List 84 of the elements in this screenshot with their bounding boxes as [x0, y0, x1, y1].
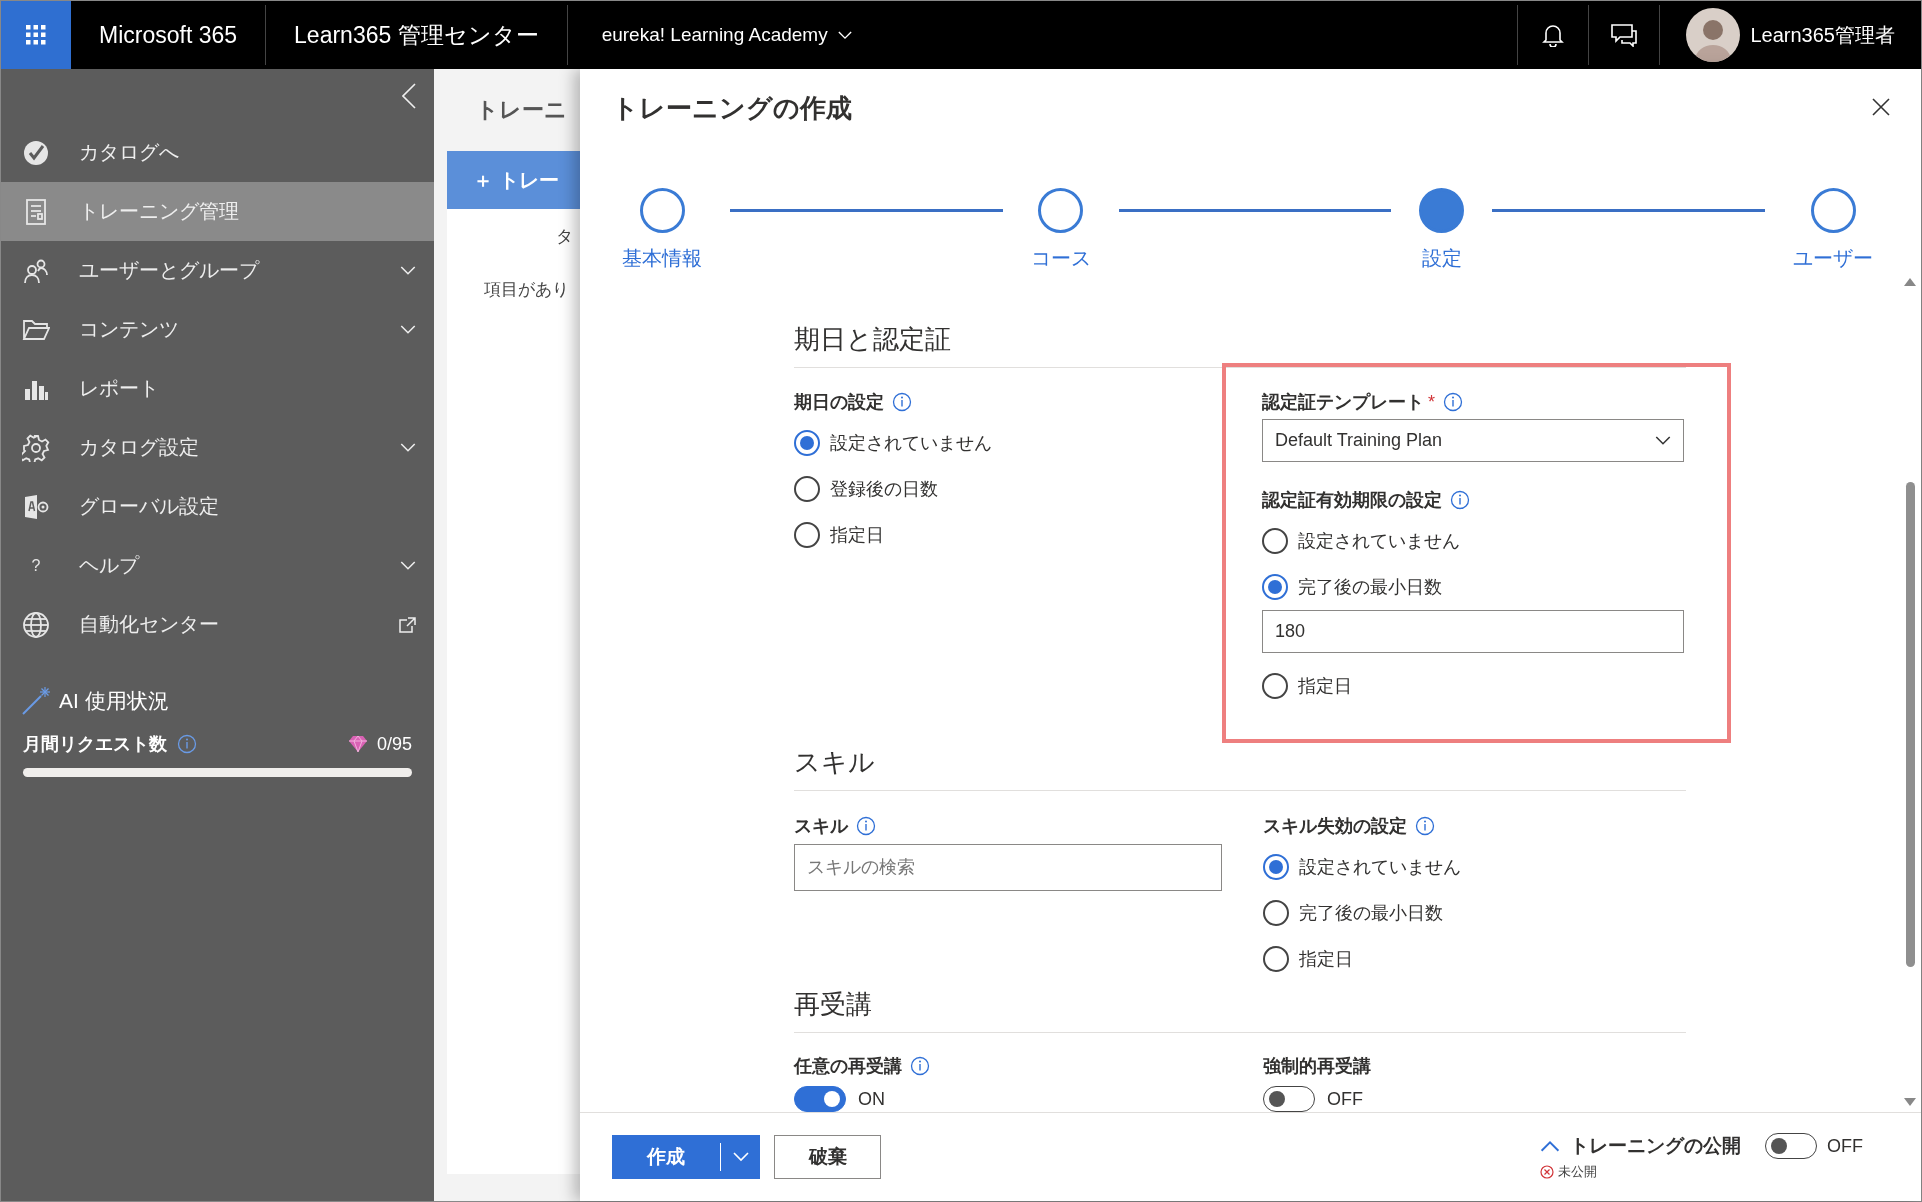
- days-field[interactable]: 180: [1262, 610, 1684, 654]
- section-title: 期日と認定証: [794, 323, 952, 356]
- info-icon[interactable]: [1450, 490, 1470, 511]
- template-dropdown[interactable]: Default Training Plan: [1262, 419, 1684, 463]
- section-title: 再受講: [794, 987, 873, 1021]
- field-label: 認定証テンプレート: [1262, 391, 1424, 415]
- info-icon[interactable]: [1443, 392, 1463, 413]
- page-title: トレーニ: [475, 96, 568, 124]
- scroll-down-icon[interactable]: [1904, 1098, 1916, 1106]
- avatar: [1686, 8, 1741, 62]
- chat-icon[interactable]: [1610, 23, 1639, 47]
- toggle-switch[interactable]: [794, 1086, 846, 1112]
- request-count: 0/95: [376, 733, 412, 755]
- nav-item[interactable]: カタログ設定: [1, 418, 434, 477]
- check-circle-icon: [22, 138, 50, 167]
- publish-status: 未公開: [1558, 1163, 1597, 1181]
- nav-item[interactable]: ? ヘルプ: [1, 536, 434, 595]
- bell-icon[interactable]: [1542, 23, 1565, 47]
- info-icon[interactable]: [856, 816, 876, 837]
- monthly-requests-label: 月間リクエスト数: [23, 733, 167, 756]
- chevron-down-icon[interactable]: [1655, 435, 1671, 446]
- grid-icon[interactable]: [26, 25, 46, 45]
- nav-item[interactable]: 自動化センター: [1, 595, 434, 654]
- settings-icon: [22, 492, 50, 521]
- field-label: 強制的再受講: [1263, 1055, 1371, 1078]
- gem-icon: [348, 735, 367, 753]
- skill-search-field[interactable]: スキルの検索: [794, 844, 1222, 892]
- user-menu[interactable]: Learn365管理者: [1660, 8, 1921, 62]
- gear-icon: [22, 433, 50, 462]
- section-title: スキル: [794, 746, 876, 780]
- toggle-state: OFF: [1327, 1088, 1363, 1110]
- field-label: スキル: [794, 815, 848, 839]
- field-label: 任意の再受講: [794, 1055, 902, 1078]
- admin-center-name[interactable]: Learn365 管理センター: [266, 19, 567, 51]
- magic-wand-icon: [21, 686, 51, 716]
- radio-option[interactable]: 完了後の最小日数: [1262, 564, 1684, 611]
- required-mark: *: [1428, 391, 1435, 413]
- panel-title: トレーニングの作成: [612, 92, 852, 125]
- people-icon: [23, 257, 49, 284]
- empty-message: 項目があり: [483, 279, 570, 301]
- nav-item[interactable]: レポート: [1, 359, 434, 418]
- create-button[interactable]: 作成: [612, 1135, 720, 1179]
- column-header: タ: [555, 226, 574, 248]
- field-label: スキル失効の設定: [1263, 815, 1407, 839]
- publish-label: トレーニングの公開: [1570, 1134, 1741, 1158]
- discard-button[interactable]: 破棄: [774, 1135, 881, 1179]
- app-launcher-button[interactable]: [1, 1, 71, 69]
- info-icon[interactable]: [910, 1056, 930, 1076]
- publish-toggle[interactable]: [1765, 1133, 1817, 1159]
- external-link-icon[interactable]: [398, 616, 416, 633]
- info-icon[interactable]: [1415, 816, 1435, 837]
- chevron-left-icon[interactable]: [402, 83, 416, 109]
- close-icon[interactable]: [1871, 97, 1891, 117]
- chevron-up-icon[interactable]: [1540, 1140, 1560, 1152]
- radio-option[interactable]: 完了後の最小日数: [1263, 890, 1685, 937]
- wizard-step[interactable]: コース: [1030, 188, 1091, 272]
- field-label: 期日の設定: [794, 391, 884, 415]
- toggle-switch[interactable]: [1263, 1086, 1315, 1112]
- nav-item[interactable]: ユーザーとグループ: [1, 241, 434, 300]
- radio-option[interactable]: 指定日: [1262, 663, 1684, 710]
- nav-item[interactable]: カタログへ: [1, 123, 434, 182]
- scroll-up-icon[interactable]: [1904, 278, 1916, 286]
- help-icon: ?: [31, 556, 41, 575]
- field-label: 認定証有効期限の設定: [1262, 489, 1442, 513]
- app-name[interactable]: Microsoft 365: [71, 21, 266, 49]
- document-icon: [25, 198, 47, 225]
- info-icon[interactable]: [892, 392, 912, 413]
- radio-option[interactable]: 指定日: [1263, 936, 1685, 983]
- tenant-selector[interactable]: eureka! Learning Academy: [567, 24, 880, 46]
- toggle-state: ON: [858, 1088, 885, 1110]
- nav-item[interactable]: グローバル設定: [1, 477, 434, 536]
- radio-option[interactable]: 指定日: [794, 512, 1222, 559]
- nav-item[interactable]: コンテンツ: [1, 300, 434, 359]
- wizard-step[interactable]: ユーザー: [1793, 188, 1873, 272]
- folder-icon: [22, 317, 50, 342]
- radio-option[interactable]: 設定されていません: [794, 420, 1222, 467]
- toggle-state: OFF: [1827, 1135, 1863, 1157]
- globe-icon: [22, 610, 50, 639]
- radio-option[interactable]: 設定されていません: [1263, 844, 1685, 891]
- ai-usage-title: AI 使用状況: [59, 688, 169, 714]
- wizard-step[interactable]: 基本情報: [622, 188, 702, 272]
- radio-option[interactable]: 設定されていません: [1262, 518, 1684, 565]
- error-icon: [1540, 1165, 1554, 1179]
- radio-option[interactable]: 登録後の日数: [794, 466, 1222, 513]
